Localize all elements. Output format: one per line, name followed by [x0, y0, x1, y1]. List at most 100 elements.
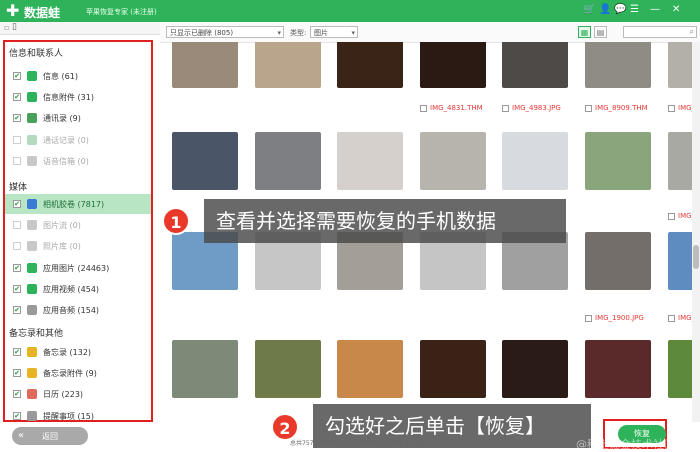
photo-thumbnail[interactable] [668, 132, 692, 190]
menu-icon[interactable]: ☰ [630, 4, 639, 15]
photo-caption[interactable]: IMG_4831.THM [420, 104, 483, 114]
photo-thumbnail[interactable] [502, 340, 568, 398]
sidebar-item-checkbox[interactable] [13, 242, 21, 251]
sidebar-item[interactable]: 备忘录 (132) [5, 342, 151, 362]
sidebar-item-checkbox[interactable] [13, 411, 21, 420]
photo-thumbnail[interactable] [420, 340, 486, 398]
search-icon[interactable]: ⌕ [690, 27, 694, 37]
sidebar-item-checkbox[interactable] [13, 114, 21, 123]
photo-caption[interactable]: IMG_8658.THM [668, 212, 692, 222]
back-button[interactable]: « 返回 [12, 427, 88, 445]
photo-thumbnail[interactable] [172, 340, 238, 398]
photo-checkbox[interactable] [668, 212, 675, 220]
photo-checkbox[interactable] [420, 104, 427, 112]
photo-thumbnail[interactable] [337, 132, 403, 190]
sidebar-item-checkbox[interactable] [13, 348, 21, 356]
sidebar-item-label: 日历 (223) [43, 390, 84, 400]
photo-thumbnail[interactable] [337, 42, 403, 88]
sidebar-item[interactable]: 相机胶卷 (7817) [5, 194, 151, 214]
sidebar-item-checkbox[interactable] [13, 369, 21, 378]
chat-icon[interactable]: 💬 [614, 4, 626, 15]
photo-checkbox[interactable] [668, 104, 675, 112]
search-input[interactable]: ⌕ [623, 26, 697, 38]
photo-filename: IMG_4831.THM [430, 104, 483, 112]
sidebar-item[interactable]: 应用音频 (154) [5, 300, 151, 320]
sidebar-item-checkbox[interactable] [13, 93, 21, 102]
photo-thumbnail[interactable] [585, 132, 651, 190]
sidebar-item[interactable]: 应用图片 (24463) [5, 258, 151, 278]
sidebar-item[interactable]: 通讯录 (9) [5, 108, 151, 128]
sidebar-item-checkbox[interactable] [13, 263, 21, 272]
photo-thumbnail[interactable] [255, 132, 321, 190]
photo-filename: IMG_8909.THM [595, 104, 648, 112]
sidebar-item-label: 照片库 (0) [43, 242, 81, 252]
sidebar-item-label: 通讯录 (9) [43, 114, 81, 124]
sidebar-item[interactable]: 信息附件 (31) [5, 87, 151, 107]
photo-caption[interactable]: IMG_4983.JPG [502, 104, 561, 114]
message-icon [27, 71, 37, 81]
scrollbar-track[interactable] [692, 42, 700, 422]
sidebar-item[interactable]: 提醒事项 (15) [5, 406, 151, 426]
sidebar-item-checkbox[interactable] [13, 135, 21, 144]
phone-icon [27, 134, 37, 145]
sidebar-item[interactable]: 照片库 (0) [5, 236, 151, 256]
photo-thumbnail[interactable] [585, 42, 651, 88]
scrollbar-thumb[interactable] [693, 245, 699, 269]
filter-select[interactable]: 只显示已删除 (805) ▾ [166, 26, 284, 38]
close-icon[interactable]: ✕ [672, 4, 680, 15]
type-select[interactable]: 图片 ▾ [310, 26, 358, 38]
sidebar-item[interactable]: 图片流 (0) [5, 215, 151, 235]
sidebar-item-checkbox[interactable] [13, 221, 21, 230]
back-label: 返回 [42, 432, 58, 441]
cart-icon[interactable]: 🛒 [583, 4, 595, 15]
sidebar-item-checkbox[interactable] [13, 390, 21, 399]
sidebar-item-label: 应用视频 (454) [43, 284, 100, 294]
photo-thumbnail[interactable] [585, 340, 651, 398]
list-view-icon[interactable]: ▤ [594, 26, 607, 38]
photo-checkbox[interactable] [585, 104, 592, 112]
filter-toolbar: 只显示已删除 (805) ▾ 类型: 图片 ▾ ▦ ▤ ⌕ [160, 22, 700, 43]
minimize-icon[interactable]: — [650, 4, 660, 15]
sidebar-item-checkbox[interactable] [13, 284, 21, 293]
photo-thumbnail[interactable] [585, 232, 651, 290]
user-icon[interactable]: 👤 [599, 4, 611, 15]
photo-thumbnail[interactable] [502, 42, 568, 88]
photo-thumbnail[interactable] [255, 340, 321, 398]
photo-caption[interactable]: IMG_8522.THM [668, 104, 692, 114]
photo-thumbnail[interactable] [502, 132, 568, 190]
sidebar-item-checkbox[interactable] [13, 72, 21, 80]
sidebar-item-checkbox[interactable] [13, 306, 21, 314]
photo-thumbnail[interactable] [668, 340, 692, 398]
attachment-icon [27, 92, 37, 103]
type-label: 类型: [290, 29, 307, 37]
photo-thumbnail[interactable] [337, 340, 403, 398]
photo-caption[interactable]: IMG_2001.THM [668, 314, 692, 324]
photo-checkbox[interactable] [502, 104, 509, 112]
sidebar-item[interactable]: 日历 (223) [5, 384, 151, 404]
photo-caption[interactable]: IMG_8909.THM [585, 104, 648, 114]
callout-1-text: 查看并选择需要恢复的手机数据 [204, 199, 566, 243]
sidebar-item-label: 提醒事项 (15) [43, 411, 94, 421]
sidebar-item[interactable]: 信息 (61) [5, 66, 151, 86]
sidebar-item[interactable]: 语音信箱 (0) [5, 151, 151, 171]
checkbox-icon[interactable]: ▫ [4, 23, 9, 32]
photo-thumbnail[interactable] [420, 132, 486, 190]
sidebar-item[interactable]: 备忘录附件 (9) [5, 363, 151, 383]
photo-thumbnail[interactable] [668, 42, 692, 88]
sidebar-item[interactable]: 应用视频 (454) [5, 279, 151, 299]
photo-thumbnail[interactable] [172, 42, 238, 88]
app-subtitle: 苹果恢复专家 (未注册) [86, 8, 157, 16]
photo-thumbnail[interactable] [255, 42, 321, 88]
photo-checkbox[interactable] [668, 314, 675, 322]
photo-thumbnail[interactable] [172, 132, 238, 190]
chevron-down-icon: ▾ [277, 29, 281, 37]
sidebar-item-checkbox[interactable] [13, 200, 21, 208]
grid-view-icon[interactable]: ▦ [578, 26, 591, 38]
photo-caption[interactable]: IMG_1900.JPG [585, 314, 644, 324]
photo-thumbnail[interactable] [668, 232, 692, 290]
sidebar-item[interactable]: 通话记录 (0) [5, 130, 151, 150]
app-title: 数据蛙 [24, 6, 61, 20]
sidebar-item-checkbox[interactable] [13, 156, 21, 165]
photo-thumbnail[interactable] [420, 42, 486, 88]
photo-checkbox[interactable] [585, 314, 592, 322]
